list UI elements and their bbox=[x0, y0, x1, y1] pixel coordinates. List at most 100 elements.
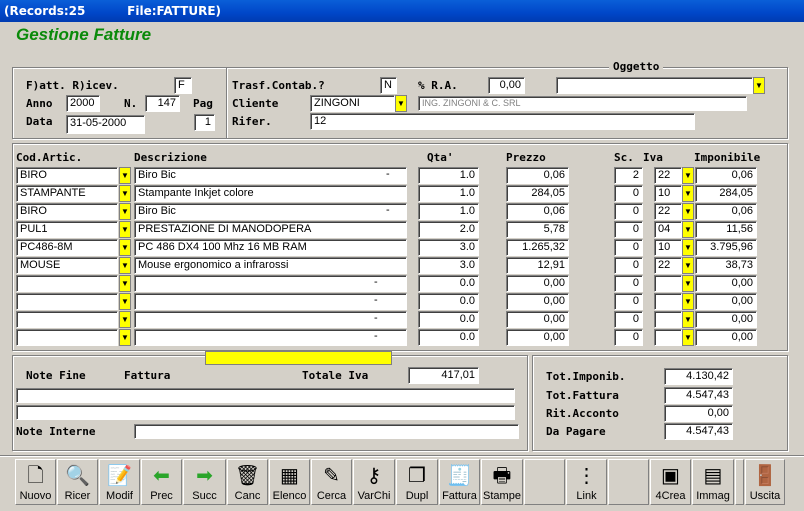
imponibile-field[interactable]: 38,73 bbox=[695, 257, 757, 274]
qta-field[interactable]: 1.0 bbox=[418, 167, 479, 184]
cod-artic-dropdown[interactable]: ▼ bbox=[119, 329, 131, 346]
cod-artic-dropdown[interactable]: ▼ bbox=[119, 311, 131, 328]
elenco-button[interactable]: ▦ Elenco bbox=[269, 459, 310, 505]
descrizione-field[interactable] bbox=[134, 329, 407, 346]
imponibile-field[interactable]: 284,05 bbox=[695, 185, 757, 202]
prezzo-field[interactable]: 0,00 bbox=[506, 329, 569, 346]
oggetto-field[interactable] bbox=[556, 77, 753, 94]
cod-artic-field[interactable]: PUL1 bbox=[16, 221, 118, 238]
qta-field[interactable]: 0.0 bbox=[418, 275, 479, 292]
fattura-button[interactable]: 🧾 Fattura bbox=[439, 459, 480, 505]
imponibile-field[interactable]: 0,00 bbox=[695, 311, 757, 328]
sconto-field[interactable]: 0 bbox=[614, 203, 643, 220]
qta-field[interactable]: 0.0 bbox=[418, 329, 479, 346]
prezzo-field[interactable]: 0,00 bbox=[506, 293, 569, 310]
descrizione-field[interactable] bbox=[134, 293, 407, 310]
anno-field[interactable]: 2000 bbox=[66, 95, 100, 112]
iva-dropdown[interactable]: ▼ bbox=[682, 329, 694, 346]
sconto-field[interactable]: 0 bbox=[614, 329, 643, 346]
qta-field[interactable]: 1.0 bbox=[418, 185, 479, 202]
iva-dropdown[interactable]: ▼ bbox=[682, 185, 694, 202]
sconto-field[interactable]: 0 bbox=[614, 311, 643, 328]
link-button[interactable]: ⋮ Link bbox=[566, 459, 607, 505]
descrizione-field[interactable]: Mouse ergonomico a infrarossi bbox=[134, 257, 407, 274]
modif-button[interactable]: 📝 Modif bbox=[99, 459, 140, 505]
iva-dropdown[interactable]: ▼ bbox=[682, 293, 694, 310]
cod-artic-field[interactable]: BIRO bbox=[16, 167, 118, 184]
iva-field[interactable]: 22 bbox=[654, 167, 682, 184]
trasf-contab-field[interactable]: N bbox=[380, 77, 397, 94]
imponibile-field[interactable]: 0,00 bbox=[695, 275, 757, 292]
imponibile-field[interactable]: 0,00 bbox=[695, 329, 757, 346]
iva-field[interactable] bbox=[654, 293, 682, 310]
sconto-field[interactable]: 0 bbox=[614, 221, 643, 238]
descrizione-field[interactable] bbox=[134, 275, 407, 292]
window-title-bar[interactable]: (Records:25 File:FATTURE) bbox=[0, 0, 804, 22]
cod-artic-dropdown[interactable]: ▼ bbox=[119, 257, 131, 274]
prezzo-field[interactable]: 284,05 bbox=[506, 185, 569, 202]
dupl-button[interactable]: ❐ Dupl bbox=[396, 459, 438, 505]
qta-field[interactable]: 2.0 bbox=[418, 221, 479, 238]
descrizione-field[interactable]: Biro Bic bbox=[134, 203, 407, 220]
succ-button[interactable]: ➡ Succ bbox=[183, 459, 226, 505]
cod-artic-field[interactable] bbox=[16, 275, 118, 292]
iva-field[interactable]: 22 bbox=[654, 257, 682, 274]
imponibile-field[interactable]: 3.795,96 bbox=[695, 239, 757, 256]
iva-dropdown[interactable]: ▼ bbox=[682, 167, 694, 184]
descrizione-field[interactable]: Stampante Inkjet colore bbox=[134, 185, 407, 202]
cod-artic-dropdown[interactable]: ▼ bbox=[119, 293, 131, 310]
sconto-field[interactable]: 0 bbox=[614, 257, 643, 274]
cod-artic-dropdown[interactable]: ▼ bbox=[119, 275, 131, 292]
immag-button[interactable]: ▤ Immag bbox=[692, 459, 734, 505]
qta-field[interactable]: 1.0 bbox=[418, 203, 479, 220]
descrizione-field[interactable]: PC 486 DX4 100 Mhz 16 MB RAM bbox=[134, 239, 407, 256]
totale-iva-field[interactable]: 417,01 bbox=[408, 367, 479, 384]
prezzo-field[interactable]: 0,00 bbox=[506, 311, 569, 328]
iva-field[interactable] bbox=[654, 329, 682, 346]
rit-acconto-field[interactable]: 0,00 bbox=[664, 405, 733, 422]
data-field[interactable]: 31-05-2000 bbox=[66, 115, 145, 134]
cod-artic-dropdown[interactable]: ▼ bbox=[119, 239, 131, 256]
sconto-field[interactable]: 0 bbox=[614, 185, 643, 202]
fatt-ricev-field[interactable]: F bbox=[174, 77, 192, 94]
prezzo-field[interactable]: 0,06 bbox=[506, 203, 569, 220]
varchi-button[interactable]: ⚷ VarChi bbox=[353, 459, 395, 505]
da-pagare-field[interactable]: 4.547,43 bbox=[664, 423, 733, 440]
tot-imponib-field[interactable]: 4.130,42 bbox=[664, 368, 733, 385]
nuovo-button[interactable]: 🗋 Nuovo bbox=[15, 459, 56, 505]
cod-artic-field[interactable] bbox=[16, 311, 118, 328]
4crea-button[interactable]: ▣ 4Crea bbox=[650, 459, 691, 505]
cod-artic-dropdown[interactable]: ▼ bbox=[119, 185, 131, 202]
cod-artic-field[interactable] bbox=[16, 329, 118, 346]
stampe-button[interactable]: 🖶 Stampe bbox=[481, 459, 523, 505]
iva-field[interactable] bbox=[654, 311, 682, 328]
descrizione-field[interactable]: Biro Bic bbox=[134, 167, 407, 184]
cod-artic-dropdown[interactable]: ▼ bbox=[119, 167, 131, 184]
iva-field[interactable]: 10 bbox=[654, 239, 682, 256]
ritenuta-field[interactable]: 0,00 bbox=[488, 77, 525, 94]
prec-button[interactable]: ⬅ Prec bbox=[141, 459, 182, 505]
cliente-field[interactable]: ZINGONI bbox=[310, 95, 395, 112]
cod-artic-field[interactable]: MOUSE bbox=[16, 257, 118, 274]
iva-field[interactable] bbox=[654, 275, 682, 292]
descrizione-field[interactable]: PRESTAZIONE DI MANODOPERA bbox=[134, 221, 407, 238]
cod-artic-dropdown[interactable]: ▼ bbox=[119, 221, 131, 238]
iva-field[interactable]: 10 bbox=[654, 185, 682, 202]
iva-field[interactable]: 04 bbox=[654, 221, 682, 238]
sconto-field[interactable]: 2 bbox=[614, 167, 643, 184]
prezzo-field[interactable]: 0,06 bbox=[506, 167, 569, 184]
sconto-field[interactable]: 0 bbox=[614, 239, 643, 256]
prezzo-field[interactable]: 12,91 bbox=[506, 257, 569, 274]
iva-dropdown[interactable]: ▼ bbox=[682, 257, 694, 274]
imponibile-field[interactable]: 0,06 bbox=[695, 203, 757, 220]
note-fine-line2[interactable] bbox=[16, 405, 515, 420]
cod-artic-field[interactable]: PC486-8M bbox=[16, 239, 118, 256]
prezzo-field[interactable]: 1.265,32 bbox=[506, 239, 569, 256]
cod-artic-field[interactable] bbox=[16, 293, 118, 310]
qta-field[interactable]: 0.0 bbox=[418, 311, 479, 328]
uscita-button[interactable]: 🚪 Uscita bbox=[745, 459, 785, 505]
iva-dropdown[interactable]: ▼ bbox=[682, 221, 694, 238]
descrizione-field[interactable] bbox=[134, 311, 407, 328]
cliente-dropdown[interactable]: ▼ bbox=[395, 95, 407, 112]
canc-button[interactable]: 🗑 Canc bbox=[227, 459, 268, 505]
